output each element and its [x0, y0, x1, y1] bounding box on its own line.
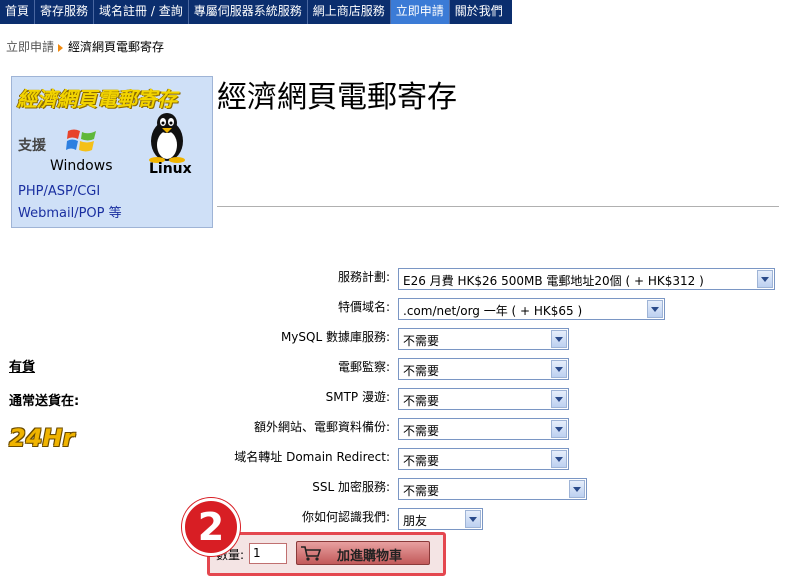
domain-label: 特價域名: [337, 300, 390, 314]
referral-select[interactable]: 朋友 [398, 508, 483, 530]
smtp-select-value: 不需要 [403, 394, 440, 408]
domain-select-value: .com/net/org 一年 ( + HK$65 ) [403, 304, 583, 318]
shopping-cart-icon [301, 546, 322, 561]
nav-hosting[interactable]: 寄存服務 [35, 0, 95, 24]
breadcrumb-arrow-icon [58, 43, 64, 52]
redirect-select[interactable]: 不需要 [398, 448, 569, 470]
stock-status: 有貨 [9, 360, 36, 375]
email-monitor-label: 電郵監察: [337, 360, 390, 374]
chevron-down-icon[interactable] [569, 480, 585, 498]
step-number: 2 [197, 505, 225, 549]
page-title: 經濟網頁電郵寄存 [217, 80, 457, 115]
banner-webmail: Webmail/POP 等 [18, 206, 122, 221]
referral-select-value: 朋友 [403, 514, 428, 528]
domain-select[interactable]: .com/net/org 一年 ( + HK$65 ) [398, 298, 665, 320]
plan-select[interactable]: E26 月費 HK$26 500MB 電郵地址20個 ( + HK$312 ) [398, 268, 775, 290]
nav-domain[interactable]: 域名註冊 / 查詢 [94, 0, 189, 24]
smtp-label: SMTP 漫遊: [325, 390, 390, 404]
quantity-input[interactable]: 1 [249, 543, 287, 564]
mysql-select[interactable]: 不需要 [398, 328, 569, 350]
smtp-select[interactable]: 不需要 [398, 388, 569, 410]
breadcrumb-current: 經濟網頁電郵寄存 [68, 40, 165, 54]
add-to-cart-label: 加進購物車 [337, 549, 403, 564]
add-to-cart-button[interactable]: 加進購物車 [296, 541, 430, 565]
chevron-down-icon[interactable] [551, 390, 567, 408]
banner-linux: Linux [149, 161, 192, 177]
chevron-down-icon[interactable] [647, 300, 663, 318]
product-banner: 經濟網頁電郵寄存 支援 Windows Linux PHP/ASP/CGI We… [11, 76, 213, 228]
email-monitor-select-value: 不需要 [403, 364, 440, 378]
ship-label: 通常送貨在: [9, 394, 80, 409]
nav-about[interactable]: 關於我們 [450, 0, 508, 24]
chevron-down-icon[interactable] [551, 420, 567, 438]
ship-time: 24Hr [9, 424, 75, 452]
referral-label: 你如何認識我們: [301, 510, 390, 524]
ssl-select-value: 不需要 [403, 484, 440, 498]
chevron-down-icon[interactable] [465, 510, 481, 528]
chevron-down-icon[interactable] [551, 360, 567, 378]
email-monitor-select[interactable]: 不需要 [398, 358, 569, 380]
plan-label: 服務計劃: [337, 270, 390, 284]
nav-apply-now[interactable]: 立即申請 [390, 0, 450, 24]
mysql-label: MySQL 數據庫服務: [280, 330, 390, 344]
backup-select-value: 不需要 [403, 424, 440, 438]
banner-langs: PHP/ASP/CGI [18, 184, 101, 199]
backup-select[interactable]: 不需要 [398, 418, 569, 440]
linux-tux-icon [149, 113, 185, 163]
banner-title: 經濟網頁電郵寄存 [17, 87, 177, 111]
banner-windows: Windows [50, 158, 113, 174]
chevron-down-icon[interactable] [551, 450, 567, 468]
backup-label: 額外網站、電郵資料備份: [253, 420, 390, 434]
ssl-select[interactable]: 不需要 [398, 478, 587, 500]
nav-home[interactable]: 首頁 [0, 0, 36, 24]
step-number-badge: 2 [182, 498, 240, 556]
redirect-label: 域名轉址 Domain Redirect: [234, 450, 390, 464]
nav-eshop[interactable]: 網上商店服務 [308, 0, 391, 24]
mysql-select-value: 不需要 [403, 334, 440, 348]
nav-dedicated-server[interactable]: 專屬伺服器系統服務 [189, 0, 308, 24]
chevron-down-icon[interactable] [551, 330, 567, 348]
banner-support: 支援 [18, 138, 46, 154]
breadcrumb-parent[interactable]: 立即申請 [6, 40, 54, 54]
plan-select-value: E26 月費 HK$26 500MB 電郵地址20個 ( + HK$312 ) [403, 274, 704, 288]
top-nav: 首頁 寄存服務 域名註冊 / 查詢 專屬伺服器系統服務 網上商店服務 立即申請 … [0, 0, 512, 24]
breadcrumb: 立即申請 經濟網頁電郵寄存 [6, 38, 164, 55]
windows-logo-icon [66, 129, 96, 152]
title-divider [217, 206, 779, 207]
redirect-select-value: 不需要 [403, 454, 440, 468]
ssl-label: SSL 加密服務: [312, 480, 390, 494]
chevron-down-icon[interactable] [757, 270, 773, 288]
